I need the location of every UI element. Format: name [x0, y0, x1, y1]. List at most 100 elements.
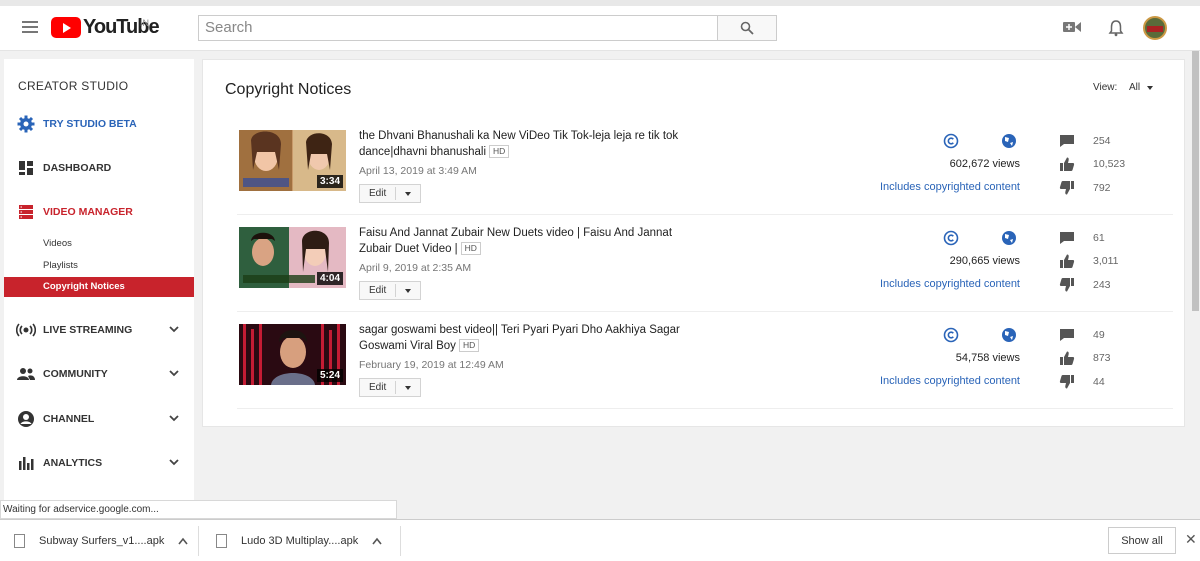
copyright-icon — [943, 133, 959, 149]
play-icon — [51, 16, 81, 38]
thumbs-down-icon — [1059, 181, 1074, 195]
edit-button[interactable]: Edit — [359, 281, 421, 300]
video-camera-icon[interactable] — [1061, 19, 1083, 39]
globe-icon — [1002, 328, 1016, 342]
sidebar: CREATOR STUDIO TRY STUDIO BETA DASHBOARD… — [4, 59, 194, 511]
search-icon — [740, 21, 754, 35]
edit-button[interactable]: Edit — [359, 184, 421, 203]
sidebar-item-label: ANALYTICS — [43, 457, 103, 469]
file-icon — [14, 534, 25, 548]
edit-button[interactable]: Edit — [359, 378, 421, 397]
hd-badge: HD — [489, 144, 510, 158]
page-title: Copyright Notices — [225, 81, 352, 98]
view-count: 290,665 views — [949, 255, 1020, 267]
video-thumbnail[interactable]: 4:04 — [239, 227, 346, 288]
video-date: April 13, 2019 at 3:49 AM — [359, 165, 477, 177]
chevron-up-icon[interactable] — [178, 537, 188, 545]
like-count: 3,011 — [1093, 255, 1119, 267]
copyright-notices-panel: Copyright Notices View: All 3:34 the Dhv… — [202, 59, 1185, 427]
menu-icon[interactable] — [22, 21, 38, 33]
edit-label: Edit — [369, 382, 387, 393]
sidebar-item-live-streaming[interactable]: LIVE STREAMING — [4, 319, 194, 341]
sidebar-item-try-studio-beta[interactable]: TRY STUDIO BETA — [4, 113, 194, 135]
dashboard-icon — [16, 158, 36, 178]
caret-down-icon[interactable] — [405, 386, 411, 390]
chevron-up-icon[interactable] — [372, 537, 382, 545]
sidebar-item-dashboard[interactable]: DASHBOARD — [4, 157, 194, 179]
top-bar: YouTube IN Search — [0, 0, 1200, 51]
comment-count: 254 — [1093, 135, 1111, 147]
dislike-count: 792 — [1093, 182, 1111, 194]
chevron-down-icon[interactable] — [168, 456, 180, 468]
caret-down-icon[interactable] — [1147, 86, 1153, 90]
sidebar-item-label: LIVE STREAMING — [43, 324, 133, 336]
analytics-icon — [16, 453, 36, 473]
copyrighted-content-link[interactable]: Includes copyrighted content — [880, 375, 1020, 387]
sidebar-subitem-videos[interactable]: Videos — [4, 234, 194, 254]
sidebar-item-channel[interactable]: CHANNEL — [4, 408, 194, 430]
hd-badge: HD — [458, 338, 480, 352]
sidebar-item-label: COMMUNITY — [43, 368, 108, 380]
gear-icon — [16, 114, 36, 134]
video-title[interactable]: sagar goswami best video|| Teri Pyari Py… — [359, 323, 689, 354]
video-title-text: sagar goswami best video|| Teri Pyari Py… — [359, 324, 680, 352]
search-button[interactable] — [717, 15, 777, 41]
view-filter-dropdown[interactable]: All — [1129, 82, 1140, 93]
sidebar-item-video-manager[interactable]: VIDEO MANAGER — [4, 201, 194, 223]
edit-label: Edit — [369, 188, 387, 199]
chevron-down-icon[interactable] — [168, 367, 180, 379]
comment-icon — [1060, 329, 1074, 341]
hd-badge: HD — [460, 241, 481, 255]
avatar[interactable] — [1143, 16, 1167, 40]
video-thumbnail[interactable]: 5:24 — [239, 324, 346, 385]
sidebar-subitem-playlists[interactable]: Playlists — [4, 256, 194, 276]
scrollbar-thumb[interactable] — [1192, 51, 1199, 311]
sidebar-item-community[interactable]: COMMUNITY — [4, 363, 194, 385]
video-thumbnail[interactable]: 3:34 — [239, 130, 346, 191]
view-count: 54,758 views — [955, 352, 1020, 364]
thumbs-down-icon — [1059, 278, 1074, 292]
video-duration: 3:34 — [316, 175, 343, 188]
copyrighted-content-link[interactable]: Includes copyrighted content — [880, 278, 1020, 290]
show-all-button[interactable]: Show all — [1108, 527, 1176, 554]
globe-icon — [1002, 231, 1016, 245]
view-filter-label: View: — [1093, 82, 1118, 93]
sidebar-item-label: CHANNEL — [43, 413, 95, 425]
edit-label: Edit — [369, 285, 387, 296]
download-filename: Subway Surfers_v1....apk — [39, 535, 165, 547]
downloads-bar: Subway Surfers_v1....apk Ludo 3D Multipl… — [0, 519, 1200, 561]
video-row: 3:34 the Dhvani Bhanushali ka New ViDeo … — [237, 118, 1173, 215]
page-scrollbar[interactable] — [1191, 51, 1200, 519]
dislike-count: 243 — [1093, 279, 1111, 291]
caret-down-icon[interactable] — [405, 289, 411, 293]
thumbs-up-icon — [1060, 157, 1075, 171]
search-placeholder: Search — [205, 19, 253, 36]
video-title[interactable]: the Dhvani Bhanushali ka New ViDeo Tik T… — [359, 129, 689, 160]
caret-down-icon[interactable] — [405, 192, 411, 196]
sidebar-subitem-copyright-notices[interactable]: Copyright Notices — [4, 277, 194, 297]
bell-icon[interactable] — [1105, 19, 1127, 39]
video-title[interactable]: Faisu And Jannat Zubair New Duets video … — [359, 226, 689, 257]
comment-icon — [1060, 135, 1074, 147]
sidebar-item-analytics[interactable]: ANALYTICS — [4, 452, 194, 474]
view-count: 602,672 views — [949, 158, 1020, 170]
download-item[interactable]: Ludo 3D Multiplay....apk — [216, 520, 382, 561]
chevron-down-icon[interactable] — [168, 412, 180, 424]
close-icon[interactable]: ✕ — [1185, 531, 1197, 548]
thumbs-down-icon — [1059, 375, 1074, 389]
community-icon — [16, 364, 36, 384]
video-title-text: the Dhvani Bhanushali ka New ViDeo Tik T… — [359, 130, 679, 158]
video-duration: 5:24 — [316, 369, 343, 382]
download-item[interactable]: Subway Surfers_v1....apk — [14, 520, 188, 561]
copyright-icon — [943, 230, 959, 246]
sidebar-item-label: VIDEO MANAGER — [43, 206, 133, 218]
comment-icon — [1060, 232, 1074, 244]
copyrighted-content-link[interactable]: Includes copyrighted content — [880, 181, 1020, 193]
comment-count: 49 — [1093, 329, 1105, 341]
search-input[interactable]: Search — [198, 15, 718, 41]
video-row: 4:04 Faisu And Jannat Zubair New Duets v… — [237, 215, 1173, 312]
creator-studio-title: CREATOR STUDIO — [18, 79, 129, 93]
copyright-icon — [943, 327, 959, 343]
chevron-down-icon[interactable] — [168, 323, 180, 335]
video-duration: 4:04 — [316, 272, 343, 285]
